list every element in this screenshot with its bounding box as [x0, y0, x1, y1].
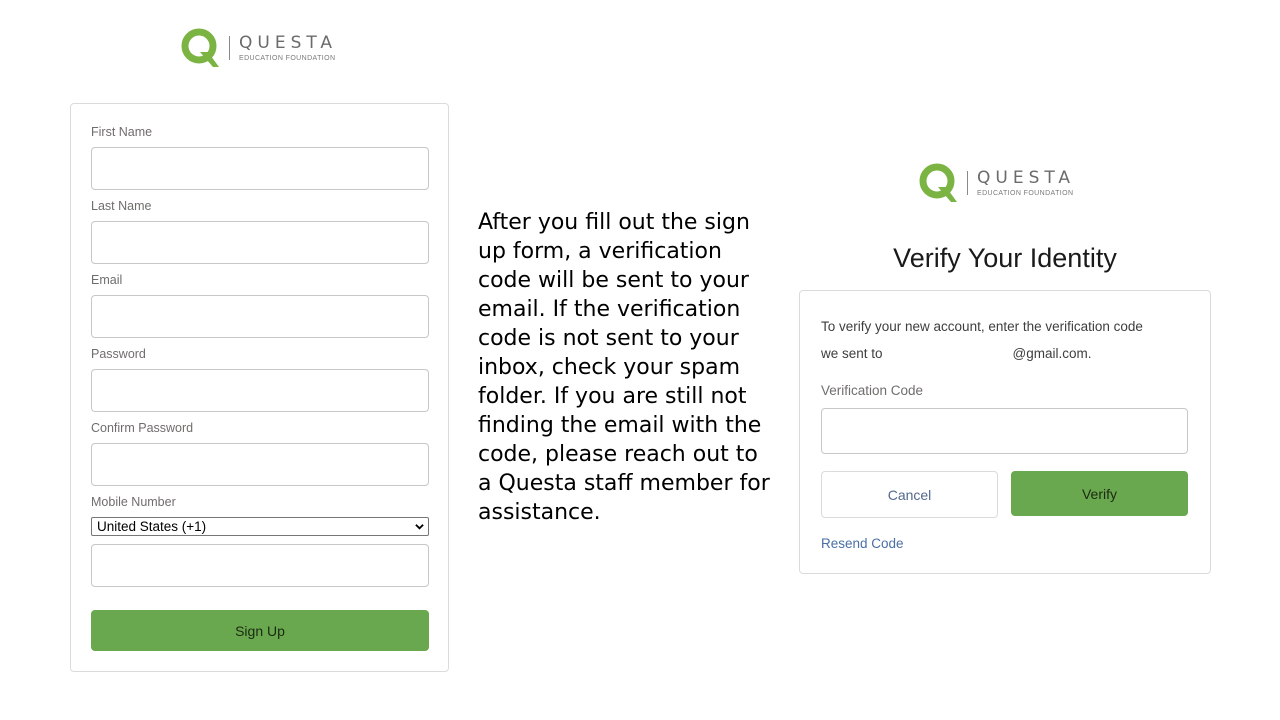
logo-brand-subtitle: EDUCATION FOUNDATION: [977, 189, 1074, 197]
confirm-password-label: Confirm Password: [91, 421, 194, 435]
verify-identity-card: To verify your new account, enter the ve…: [799, 290, 1211, 574]
first-name-input[interactable]: [91, 147, 429, 190]
password-input[interactable]: [91, 369, 429, 412]
verify-identity-title: Verify Your Identity: [893, 243, 1117, 273]
verification-email-domain: @gmail.com.: [1012, 345, 1092, 361]
resend-code-link[interactable]: Resend Code: [821, 536, 904, 551]
first-name-label: First Name: [91, 125, 153, 139]
cancel-button[interactable]: Cancel: [821, 471, 998, 518]
logo-brand-name: QUESTA: [977, 167, 1076, 188]
questa-logo: QUESTA EDUCATION FOUNDATION: [180, 28, 337, 68]
verification-message-prefix: we sent to: [821, 345, 883, 361]
logo-brand-name: QUESTA: [239, 32, 338, 53]
verification-message-line1: To verify your new account, enter the ve…: [821, 319, 1143, 334]
questa-q-logo-icon: [181, 28, 219, 67]
redacted-email-user: [883, 341, 1013, 368]
email-label: Email: [91, 273, 123, 287]
mobile-number-label: Mobile Number: [91, 495, 176, 509]
country-code-value: United States (+1): [97, 519, 207, 534]
logo-divider: [967, 171, 968, 195]
sign-up-button[interactable]: Sign Up: [91, 610, 429, 651]
signup-form-card: First Name Last Name Email Password Conf…: [70, 103, 449, 672]
questa-logo: QUESTA EDUCATION FOUNDATION: [918, 163, 1075, 203]
verification-code-input[interactable]: [821, 408, 1188, 454]
verification-code-label: Verification Code: [821, 383, 924, 398]
last-name-label: Last Name: [91, 199, 152, 213]
questa-q-logo-icon: [919, 163, 957, 202]
mobile-number-input[interactable]: [91, 544, 429, 587]
last-name-input[interactable]: [91, 221, 429, 264]
verification-message: To verify your new account, enter the ve…: [821, 314, 1196, 367]
logo-divider: [229, 36, 230, 60]
verify-button[interactable]: Verify: [1011, 471, 1188, 516]
instructions-text: After you fill out the sign up form, a v…: [478, 210, 770, 525]
email-input[interactable]: [91, 295, 429, 338]
chevron-down-icon: [415, 524, 424, 530]
confirm-password-input[interactable]: [91, 443, 429, 486]
logo-brand-subtitle: EDUCATION FOUNDATION: [239, 54, 336, 62]
country-code-select[interactable]: United States (+1): [91, 517, 429, 536]
password-label: Password: [91, 347, 146, 361]
